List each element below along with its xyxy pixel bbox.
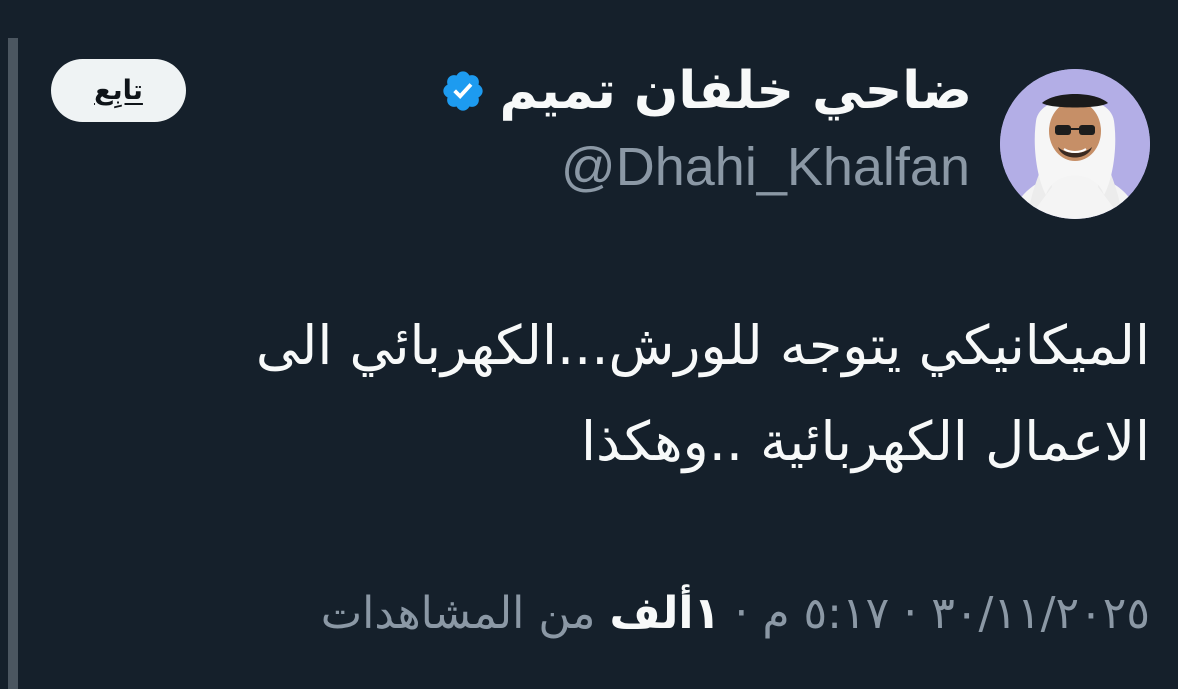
tweet-meta: ٣٠/١١/٢٠٢٥ · ٥:١٧ م · ١ألف من المشاهدات xyxy=(321,574,1150,654)
verified-badge-icon xyxy=(442,71,483,111)
follow-button[interactable]: تابِع xyxy=(51,59,186,122)
tweet-date[interactable]: ٣٠/١١/٢٠٢٥ xyxy=(931,588,1150,639)
tweet-text: الميكانيكي يتوجه للورش...الكهربائي الى ا… xyxy=(50,298,1150,490)
author-handle[interactable]: @Dhahi_Khalfan xyxy=(561,134,970,200)
author-display-name[interactable]: ضاحي خلفان تميم xyxy=(500,54,973,128)
tweet-text-line: الاعمال الكهربائية ..وهكذا xyxy=(580,410,1150,473)
tweet-text-line: الميكانيكي يتوجه للورش...الكهربائي الى xyxy=(255,314,1150,377)
tweet: ضاحي خلفان تميم @Dhahi_Khalfan تابِع الم… xyxy=(0,0,1178,689)
follow-button-label: تابِع xyxy=(94,75,143,106)
author-name-row: ضاحي خلفان تميم xyxy=(440,54,973,128)
meta-separator: · xyxy=(903,588,918,639)
views-label: من المشاهدات xyxy=(320,588,596,639)
avatar[interactable] xyxy=(1000,69,1150,219)
views-count: ١ألف xyxy=(609,588,721,639)
meta-separator: · xyxy=(734,588,749,639)
tweet-time[interactable]: ٥:١٧ م xyxy=(762,588,889,639)
